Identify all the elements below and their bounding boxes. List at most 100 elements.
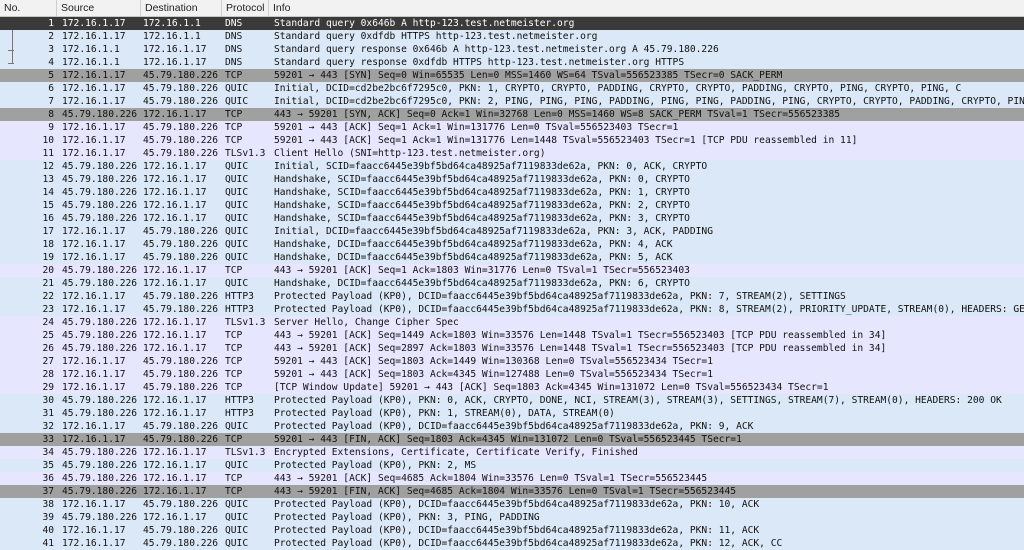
packet-row[interactable]: 16 45.79.180.226 172.16.1.17 QUIC Handshake,… <box>0 212 1024 225</box>
packet-row[interactable]: 41 172.16.1.17 45.79.180.226 QUIC Protected … <box>0 537 1024 550</box>
packet-row[interactable]: 19 172.16.1.17 45.79.180.226 QUIC Handshake,… <box>0 251 1024 264</box>
packet-destination: 45.79.180.226 <box>143 369 219 380</box>
packet-destination: 45.79.180.226 <box>143 135 219 146</box>
packet-number: 32 <box>42 421 54 432</box>
column-header-no[interactable]: No. <box>0 0 56 16</box>
packet-row[interactable]: 18 172.16.1.17 45.79.180.226 QUIC Handshake,… <box>0 238 1024 251</box>
packet-row[interactable]: 1 172.16.1.17 172.16.1.1 DNS Standard query … <box>0 17 1024 30</box>
packet-protocol: DNS <box>225 57 243 68</box>
packet-info: 443 → 59201 [ACK] Seq=2897 Ack=1803 Win=… <box>274 343 887 354</box>
packet-destination: 45.79.180.226 <box>143 252 219 263</box>
packet-protocol: TLSv1.3 <box>225 447 266 458</box>
packet-source: 172.16.1.17 <box>62 70 126 81</box>
packet-protocol: QUIC <box>225 96 249 107</box>
packet-number: 9 <box>48 122 54 133</box>
packet-protocol: QUIC <box>225 187 249 198</box>
packet-row[interactable]: 15 45.79.180.226 172.16.1.17 QUIC Handshake,… <box>0 199 1024 212</box>
packet-row[interactable]: 29 172.16.1.17 45.79.180.226 TCP [TCP Window… <box>0 381 1024 394</box>
packet-row[interactable]: 37 45.79.180.226 172.16.1.17 TCP 443 → 59201… <box>0 485 1024 498</box>
packet-row[interactable]: 17 172.16.1.17 45.79.180.226 QUIC Initial, D… <box>0 225 1024 238</box>
packet-row[interactable]: 28 172.16.1.17 45.79.180.226 TCP 59201 → 443… <box>0 368 1024 381</box>
packet-source: 45.79.180.226 <box>62 213 138 224</box>
packet-row[interactable]: 2 172.16.1.17 172.16.1.1 DNS Standard query … <box>0 30 1024 43</box>
packet-number: 23 <box>42 304 54 315</box>
packet-number: 1 <box>48 18 54 29</box>
column-header-protocol[interactable]: Protocol <box>221 0 268 16</box>
packet-source: 45.79.180.226 <box>62 109 138 120</box>
related-packet-icon <box>4 56 18 69</box>
packet-source: 45.79.180.226 <box>62 265 138 276</box>
packet-destination: 45.79.180.226 <box>143 96 219 107</box>
column-header-info[interactable]: Info <box>268 0 1024 16</box>
packet-destination: 45.79.180.226 <box>143 421 219 432</box>
packet-number: 10 <box>42 135 54 146</box>
packet-row[interactable]: 38 172.16.1.17 45.79.180.226 QUIC Protected … <box>0 498 1024 511</box>
packet-row[interactable]: 12 45.79.180.226 172.16.1.17 QUIC Initial, S… <box>0 160 1024 173</box>
packet-row[interactable]: 27 172.16.1.17 45.79.180.226 TCP 59201 → 443… <box>0 355 1024 368</box>
related-packet-icon <box>4 30 18 43</box>
packet-number: 40 <box>42 525 54 536</box>
packet-row[interactable]: 32 172.16.1.17 45.79.180.226 QUIC Protected … <box>0 420 1024 433</box>
packet-destination: 172.16.1.17 <box>143 213 207 224</box>
packet-number: 38 <box>42 499 54 510</box>
packet-row[interactable]: 6 172.16.1.17 45.79.180.226 QUIC Initial, DC… <box>0 82 1024 95</box>
packet-destination: 172.16.1.17 <box>143 278 207 289</box>
packet-source: 172.16.1.17 <box>62 538 126 549</box>
packet-destination: 45.79.180.226 <box>143 83 219 94</box>
packet-row[interactable]: 30 45.79.180.226 172.16.1.17 HTTP3 Protected… <box>0 394 1024 407</box>
packet-number: 22 <box>42 291 54 302</box>
column-header-destination[interactable]: Destination <box>140 0 221 16</box>
packet-source: 172.16.1.17 <box>62 226 126 237</box>
packet-protocol: TCP <box>225 343 243 354</box>
packet-info: 59201 → 443 [SYN] Seq=0 Win=65535 Len=0 … <box>274 70 783 81</box>
packet-info: Encrypted Extensions, Certificate, Certi… <box>274 447 638 458</box>
packet-info: Initial, DCID=cd2be2bc6f7295c0, PKN: 1, … <box>274 83 962 94</box>
packet-row[interactable]: 36 45.79.180.226 172.16.1.17 TCP 443 → 59201… <box>0 472 1024 485</box>
packet-source: 172.16.1.17 <box>62 499 126 510</box>
packet-row[interactable]: 21 45.79.180.226 172.16.1.17 QUIC Handshake,… <box>0 277 1024 290</box>
packet-row[interactable]: 10 172.16.1.17 45.79.180.226 TCP 59201 → 443… <box>0 134 1024 147</box>
packet-destination: 172.16.1.17 <box>143 330 207 341</box>
packet-number: 20 <box>42 265 54 276</box>
packet-row[interactable]: 11 172.16.1.17 45.79.180.226 TLSv1.3 Client … <box>0 147 1024 160</box>
packet-row[interactable]: 4 172.16.1.1 172.16.1.17 DNS Standard query … <box>0 56 1024 69</box>
packet-row[interactable]: 24 45.79.180.226 172.16.1.17 TLSv1.3 Server … <box>0 316 1024 329</box>
packet-protocol: QUIC <box>225 460 249 471</box>
packet-info: 443 → 59201 [ACK] Seq=1 Ack=1803 Win=317… <box>274 265 690 276</box>
packet-row[interactable]: 31 45.79.180.226 172.16.1.17 HTTP3 Protected… <box>0 407 1024 420</box>
packet-protocol: QUIC <box>225 421 249 432</box>
packet-info: Handshake, DCID=faacc6445e39bf5bd64ca489… <box>274 252 673 263</box>
packet-row[interactable]: 14 45.79.180.226 172.16.1.17 QUIC Handshake,… <box>0 186 1024 199</box>
packet-info: 59201 → 443 [ACK] Seq=1803 Ack=1449 Win=… <box>274 356 713 367</box>
packet-info: Handshake, DCID=faacc6445e39bf5bd64ca489… <box>274 239 673 250</box>
packet-row[interactable]: 8 45.79.180.226 172.16.1.17 TCP 443 → 59201 … <box>0 108 1024 121</box>
packet-row[interactable]: 22 172.16.1.17 45.79.180.226 HTTP3 Protected… <box>0 290 1024 303</box>
packet-row[interactable]: 26 45.79.180.226 172.16.1.17 TCP 443 → 59201… <box>0 342 1024 355</box>
packet-row[interactable]: 34 45.79.180.226 172.16.1.17 TLSv1.3 Encrypt… <box>0 446 1024 459</box>
packet-protocol: TCP <box>225 109 243 120</box>
packet-row[interactable]: 3 172.16.1.1 172.16.1.17 DNS Standard query … <box>0 43 1024 56</box>
packet-number: 18 <box>42 239 54 250</box>
packet-row[interactable]: 20 45.79.180.226 172.16.1.17 TCP 443 → 59201… <box>0 264 1024 277</box>
packet-row[interactable]: 33 172.16.1.17 45.79.180.226 TCP 59201 → 443… <box>0 433 1024 446</box>
packet-row[interactable]: 5 172.16.1.17 45.79.180.226 TCP 59201 → 443 … <box>0 69 1024 82</box>
packet-info: 59201 → 443 [ACK] Seq=1 Ack=1 Win=131776… <box>274 135 858 146</box>
packet-source: 45.79.180.226 <box>62 447 138 458</box>
packet-info: Protected Payload (KP0), DCID=faacc6445e… <box>274 499 760 510</box>
packet-row[interactable]: 39 45.79.180.226 172.16.1.17 QUIC Protected … <box>0 511 1024 524</box>
packet-row[interactable]: 9 172.16.1.17 45.79.180.226 TCP 59201 → 443 … <box>0 121 1024 134</box>
packet-protocol: TCP <box>225 369 243 380</box>
packet-row[interactable]: 40 172.16.1.17 45.79.180.226 QUIC Protected … <box>0 524 1024 537</box>
packet-row[interactable]: 23 172.16.1.17 45.79.180.226 HTTP3 Protected… <box>0 303 1024 316</box>
packet-row[interactable]: 13 45.79.180.226 172.16.1.17 QUIC Handshake,… <box>0 173 1024 186</box>
packet-source: 45.79.180.226 <box>62 174 138 185</box>
packet-destination: 45.79.180.226 <box>143 499 219 510</box>
packet-source: 45.79.180.226 <box>62 395 138 406</box>
packet-number: 28 <box>42 369 54 380</box>
column-header-source[interactable]: Source <box>56 0 140 16</box>
packet-row[interactable]: 35 45.79.180.226 172.16.1.17 QUIC Protected … <box>0 459 1024 472</box>
packet-row[interactable]: 7 172.16.1.17 45.79.180.226 QUIC Initial, DC… <box>0 95 1024 108</box>
packet-row[interactable]: 25 45.79.180.226 172.16.1.17 TCP 443 → 59201… <box>0 329 1024 342</box>
packet-destination: 172.16.1.17 <box>143 174 207 185</box>
packet-destination: 172.16.1.17 <box>143 486 207 497</box>
